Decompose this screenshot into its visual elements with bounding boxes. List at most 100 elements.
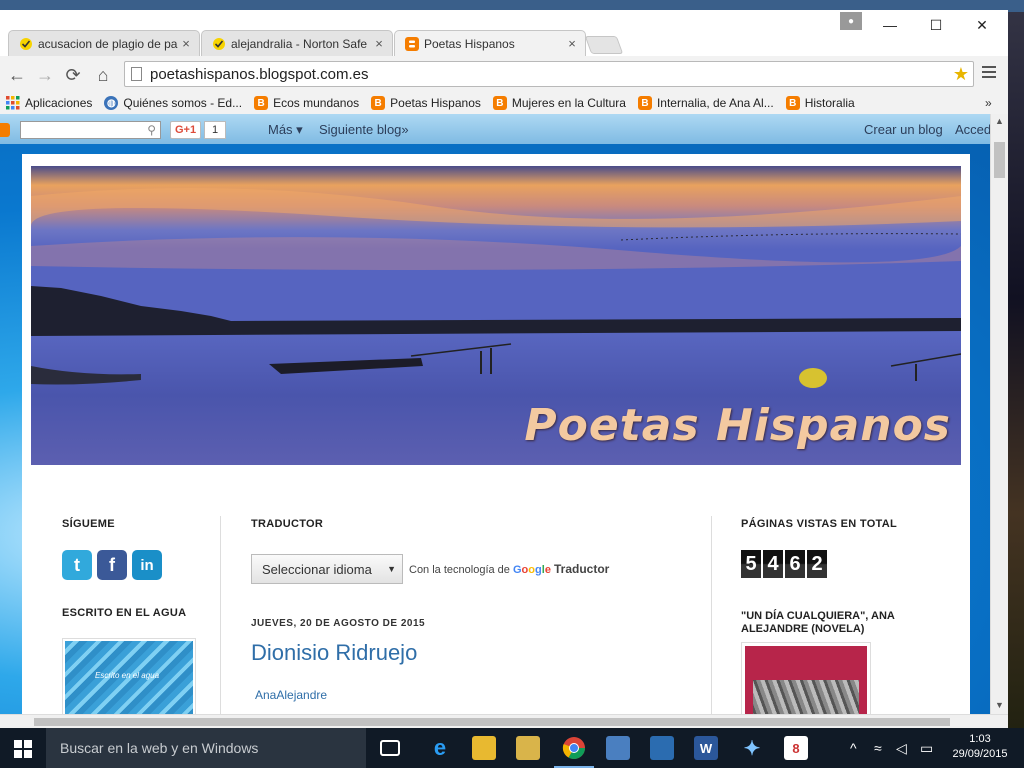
bookmark-label: Poetas Hispanos bbox=[390, 96, 481, 110]
new-tab-button[interactable] bbox=[584, 36, 624, 54]
pageviews-widget-title: PÁGINAS VISTAS EN TOTAL bbox=[741, 518, 898, 530]
google-plus-button[interactable]: G+1 bbox=[170, 121, 202, 139]
facebook-icon[interactable]: f bbox=[97, 550, 127, 580]
powered-by-google: Con la tecnología de Google Traductor bbox=[409, 562, 609, 576]
column-divider bbox=[220, 516, 221, 714]
notification-icon[interactable]: ▭ bbox=[920, 740, 933, 757]
chevron-up-icon[interactable]: ^ bbox=[850, 740, 857, 756]
system-clock[interactable]: 1:03 29/09/2015 bbox=[950, 732, 1010, 762]
task-view-icon[interactable] bbox=[380, 740, 400, 756]
reload-icon[interactable]: ⟳ bbox=[62, 64, 84, 86]
bookmark-aplicaciones[interactable]: Aplicaciones bbox=[6, 96, 92, 110]
more-menu[interactable]: Más ▾ bbox=[268, 122, 303, 138]
bookmark-internalia[interactable]: B Internalia, de Ana Al... bbox=[637, 96, 774, 110]
scroll-up-arrow-icon[interactable]: ▲ bbox=[995, 116, 1004, 126]
vertical-scrollbar[interactable]: ▲ ▼ bbox=[990, 114, 1008, 714]
tab-poetas-hispanos[interactable]: Poetas Hispanos × bbox=[394, 30, 586, 56]
language-select-value: Seleccionar idioma bbox=[262, 561, 372, 577]
blog-header-image[interactable]: Poetas Hispanos bbox=[31, 166, 961, 465]
translator-link[interactable]: Traductor bbox=[554, 562, 609, 576]
book-cover-caption: Escrito en el agua bbox=[65, 641, 193, 714]
bookmarks-bar: Aplicaciones ◍ Quiénes somos - Ed... B E… bbox=[0, 92, 1008, 114]
close-window-button[interactable]: ✕ bbox=[960, 12, 1004, 38]
bookmark-label: Historalia bbox=[804, 96, 855, 110]
bookmarks-overflow-button[interactable]: » bbox=[985, 96, 992, 110]
twitter-icon[interactable]: t bbox=[62, 550, 92, 580]
url-text: poetashispanos.blogspot.com.es bbox=[150, 65, 369, 83]
bookmark-label: Internalia, de Ana Al... bbox=[656, 96, 774, 110]
bookmark-star-icon[interactable]: ★ bbox=[953, 64, 969, 85]
linkedin-icon[interactable]: in bbox=[132, 550, 162, 580]
wifi-icon[interactable]: ≈ bbox=[874, 740, 882, 756]
tab-alejandralia[interactable]: alejandralia - Norton Safe × bbox=[201, 30, 393, 56]
horizontal-scroll-thumb[interactable] bbox=[34, 718, 950, 726]
minimize-button[interactable]: — bbox=[868, 12, 912, 38]
butterfly-app-icon[interactable]: ✦ bbox=[740, 736, 764, 760]
counter-digit: 2 bbox=[807, 550, 827, 578]
globe-icon: ◍ bbox=[104, 96, 119, 110]
back-arrow-icon[interactable]: ← bbox=[6, 64, 28, 86]
counter-digit: 5 bbox=[741, 550, 761, 578]
post-title[interactable]: Dionisio Ridruejo bbox=[251, 640, 417, 666]
browser-toolbar: ← → ⟳ ⌂ poetashispanos.blogspot.com.es ★ bbox=[0, 56, 1008, 92]
apps-grid-icon bbox=[6, 96, 20, 110]
close-icon[interactable]: × bbox=[372, 36, 386, 51]
blogger-icon bbox=[405, 36, 419, 51]
horizontal-scrollbar[interactable] bbox=[0, 714, 1008, 728]
norton-check-icon bbox=[212, 37, 226, 51]
book-cover-escrito-en-el-agua[interactable]: Escrito en el agua bbox=[62, 638, 196, 714]
forward-arrow-icon[interactable]: → bbox=[34, 64, 56, 86]
browser-window: acusacion de plagio de pa × alejandralia… bbox=[0, 10, 1008, 728]
create-blog-link[interactable]: Crear un blog bbox=[864, 122, 943, 137]
chrome-icon[interactable] bbox=[554, 736, 594, 768]
wtd8-app-icon[interactable]: 8 bbox=[784, 736, 808, 760]
counter-digit: 6 bbox=[785, 550, 805, 578]
blog-search-input[interactable]: ⚲ bbox=[20, 121, 161, 139]
file-explorer-icon[interactable] bbox=[472, 736, 496, 760]
bookmark-label: Ecos mundanos bbox=[273, 96, 360, 110]
bookmark-quienes-somos[interactable]: ◍ Quiénes somos - Ed... bbox=[104, 96, 242, 110]
bookmark-ecos-mundanos[interactable]: B Ecos mundanos bbox=[254, 96, 359, 110]
post-author-link[interactable]: AnaAlejandre bbox=[255, 688, 327, 702]
windows-start-icon[interactable] bbox=[14, 740, 32, 758]
search-icon[interactable]: ⚲ bbox=[147, 123, 156, 137]
clock-date: 29/09/2015 bbox=[952, 748, 1008, 760]
address-bar[interactable]: poetashispanos.blogspot.com.es ★ bbox=[124, 61, 974, 87]
sign-in-link[interactable]: Acceder bbox=[955, 122, 990, 137]
vertical-scroll-thumb[interactable] bbox=[994, 142, 1005, 178]
windows-taskbar: Buscar en la web y en Windows e W ✦ 8 ^ … bbox=[0, 728, 1024, 768]
next-blog-link[interactable]: Siguiente blog» bbox=[319, 122, 409, 137]
tab-acusacion[interactable]: acusacion de plagio de pa × bbox=[8, 30, 200, 56]
document-viewer-icon[interactable] bbox=[606, 736, 630, 760]
post-date: JUEVES, 20 DE AGOSTO DE 2015 bbox=[251, 618, 426, 629]
desktop-background-right bbox=[1008, 12, 1024, 728]
bookmark-label: Aplicaciones bbox=[25, 96, 93, 110]
book-cover-un-dia-cualquiera[interactable] bbox=[741, 642, 871, 714]
scroll-down-arrow-icon[interactable]: ▼ bbox=[995, 700, 1004, 710]
maximize-button[interactable]: ☐ bbox=[914, 12, 958, 38]
volume-icon[interactable]: ◁ bbox=[896, 740, 907, 757]
user-profile-icon[interactable]: ● bbox=[840, 12, 862, 30]
close-icon[interactable]: × bbox=[179, 36, 193, 51]
bookmark-label: Mujeres en la Cultura bbox=[511, 96, 626, 110]
bookmark-mujeres-cultura[interactable]: B Mujeres en la Cultura bbox=[492, 96, 626, 110]
blogger-logo-icon[interactable] bbox=[0, 123, 10, 137]
word-icon[interactable]: W bbox=[694, 736, 718, 760]
chrome-menu-icon[interactable] bbox=[982, 66, 996, 80]
home-icon[interactable]: ⌂ bbox=[92, 64, 114, 86]
blogger-icon: B bbox=[492, 96, 507, 110]
language-select[interactable]: Seleccionar idioma ▼ bbox=[251, 554, 403, 584]
edge-icon[interactable]: e bbox=[428, 735, 452, 760]
google-logo[interactable]: Google bbox=[513, 564, 554, 576]
norton-check-icon bbox=[19, 37, 33, 51]
bookmark-poetas-hispanos[interactable]: B Poetas Hispanos bbox=[371, 96, 481, 110]
reader-icon[interactable] bbox=[650, 736, 674, 760]
bookmark-historalia[interactable]: B Historalia bbox=[785, 96, 855, 110]
close-icon[interactable]: × bbox=[565, 36, 579, 51]
translator-widget-title: TRADUCTOR bbox=[251, 518, 324, 530]
tab-label: Poetas Hispanos bbox=[424, 36, 515, 51]
blog-title[interactable]: Poetas Hispanos bbox=[524, 400, 951, 451]
store-icon[interactable] bbox=[516, 736, 540, 760]
gplus-label: G+1 bbox=[171, 124, 201, 136]
taskbar-search-input[interactable]: Buscar en la web y en Windows bbox=[46, 728, 366, 768]
